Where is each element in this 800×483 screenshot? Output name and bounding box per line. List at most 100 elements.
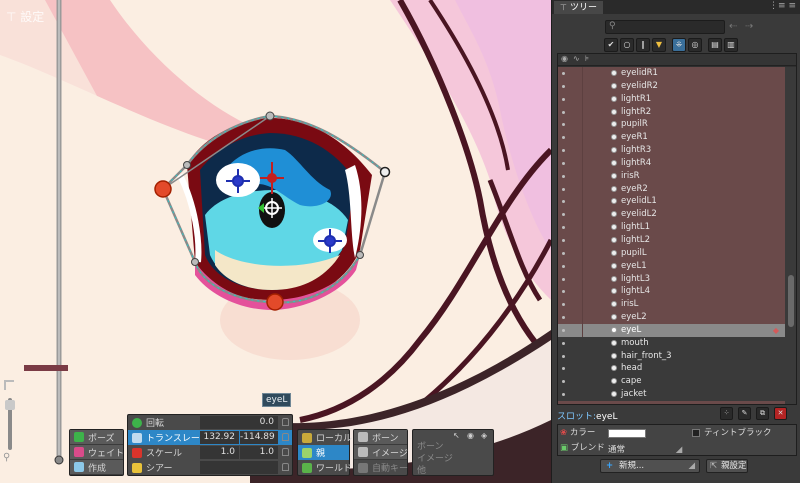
fit-corner-icon[interactable] <box>4 380 14 390</box>
tree-item[interactable]: lightR4 <box>558 156 785 170</box>
slot-bones-icon[interactable]: ⁘ <box>720 407 733 420</box>
rotate-lock-icon[interactable] <box>282 418 289 426</box>
slot-duplicate-icon[interactable]: ⧉ <box>756 407 769 420</box>
slot-color-swatch[interactable] <box>608 429 646 438</box>
tree-item-selected[interactable]: eyeL ◆ <box>558 323 785 337</box>
visibility-dot-icon[interactable] <box>562 380 565 384</box>
visibility-dot-icon[interactable] <box>562 328 565 332</box>
tree-item[interactable]: eyeR1 <box>558 131 785 144</box>
tint-black-checkbox[interactable] <box>692 429 700 437</box>
filter-skins-icon[interactable]: ◎ <box>688 38 702 52</box>
viewport-settings[interactable]: ⊤ 設定 <box>6 8 44 25</box>
tree-item[interactable]: eyeL1 <box>558 259 785 273</box>
visibility-dot-icon[interactable] <box>562 200 565 204</box>
tree-scrollbar[interactable] <box>785 67 796 404</box>
visibility-dot-icon[interactable] <box>562 187 565 191</box>
scale-tool[interactable]: スケール 1.0 1.0 <box>128 445 292 460</box>
tree-item[interactable]: irisL <box>558 298 785 311</box>
scale-x-value[interactable]: 1.0 <box>200 446 239 459</box>
pose-mode-button[interactable]: ポーズ <box>70 430 123 445</box>
axis-parent-button[interactable]: 親 <box>298 445 349 460</box>
zoom-magnifier-icon[interactable]: ⚲ <box>3 452 13 463</box>
expand-icon[interactable]: ▥ <box>724 38 738 52</box>
new-attachment-button[interactable]: + 新規... ◢ <box>600 459 700 473</box>
scale-lock-icon[interactable] <box>282 448 289 456</box>
visibility-dot-icon[interactable] <box>562 393 565 397</box>
visibility-dot-icon[interactable] <box>562 303 565 307</box>
tree-item[interactable]: eyelidL2 <box>558 208 785 221</box>
tree-search-input[interactable]: ⚲ <box>605 20 725 34</box>
translate-tool[interactable]: トランスレート 132.92 -114.89 <box>128 430 292 445</box>
filter-bones-icon[interactable]: ✔ <box>604 38 618 52</box>
visibility-dot-icon[interactable] <box>562 367 565 371</box>
compensate-bones-button[interactable]: ボーン <box>354 430 407 445</box>
tree-item[interactable]: eyelidR1 <box>558 67 785 80</box>
translate-y-value[interactable]: -114.89 <box>240 431 278 444</box>
zoom-slider-knob[interactable] <box>5 400 15 410</box>
visibility-dot-icon[interactable] <box>562 84 565 88</box>
collapse-icon[interactable]: ▤ <box>708 38 722 52</box>
visibility-column-icon[interactable]: ◉ <box>561 54 568 63</box>
search-prev-icon[interactable]: ⇠ <box>729 21 737 32</box>
visibility-dot-icon[interactable] <box>562 97 565 101</box>
tree-item[interactable]: cape <box>558 375 785 389</box>
tree-scrollbar-thumb[interactable] <box>788 275 794 327</box>
viewport[interactable]: ⊤ 設定 eyeL ⚲ ポーズ ウェイト 作成 回転 0.0 トランスレート 1… <box>0 0 551 483</box>
panel-menu-icon[interactable]: ⋮≡ ≡ <box>769 1 796 11</box>
shear-value[interactable] <box>200 461 278 474</box>
search-next-icon[interactable]: ⇢ <box>745 21 753 32</box>
visibility-dot-icon[interactable] <box>562 149 565 153</box>
auto-key-button[interactable]: 自動キー <box>354 460 408 475</box>
tree-item[interactable]: eyeR2 <box>558 182 785 196</box>
filter-slots-icon[interactable]: ○ <box>620 38 634 52</box>
visibility-dot-icon[interactable] <box>562 72 565 75</box>
visibility-dot-icon[interactable] <box>562 213 565 217</box>
tree-item[interactable]: jacket <box>558 388 785 401</box>
tree-item[interactable]: eyelidL1 <box>558 195 785 209</box>
rotate-tool[interactable]: 回転 0.0 <box>128 415 292 430</box>
tree-item[interactable]: pupilR <box>558 118 785 132</box>
zoom-slider[interactable] <box>4 380 16 460</box>
visibility-dot-icon[interactable] <box>562 238 565 242</box>
visibility-dot-icon[interactable] <box>562 174 565 178</box>
tree-item[interactable]: lightR1 <box>558 92 785 106</box>
key-column-icon[interactable]: ∿ <box>573 54 580 63</box>
visibility-dot-icon[interactable] <box>562 123 565 127</box>
slot-delete-icon[interactable]: ✕ <box>774 407 787 420</box>
tree-item[interactable]: lightL1 <box>558 221 785 234</box>
tree-item[interactable]: eyeL2 <box>558 311 785 324</box>
tree-item[interactable]: lightL2 <box>558 233 785 247</box>
visibility-dot-icon[interactable] <box>562 290 565 294</box>
tree-item[interactable]: lightL4 <box>558 285 785 299</box>
set-parent-button[interactable]: ⇱ 親設定 <box>706 459 748 473</box>
shear-tool[interactable]: シアー <box>128 460 292 475</box>
visibility-dot-icon[interactable] <box>562 161 565 165</box>
tree-tab[interactable]: ⊤ ツリー <box>554 1 603 14</box>
filter-attachments-icon[interactable]: ∥ <box>636 38 650 52</box>
tree-item[interactable]: eyelidR2 <box>558 79 785 93</box>
tree-item[interactable]: lightR3 <box>558 144 785 157</box>
tree-item[interactable]: hair_front_3 <box>558 349 785 363</box>
scale-y-value[interactable]: 1.0 <box>240 446 278 459</box>
tree-item[interactable]: head <box>558 362 785 376</box>
visibility-dot-icon[interactable] <box>562 251 565 255</box>
create-mode-button[interactable]: 作成 <box>70 460 123 475</box>
visibility-dot-icon[interactable] <box>562 264 565 268</box>
translate-x-value[interactable]: 132.92 <box>200 431 239 444</box>
visibility-dot-icon[interactable] <box>562 354 565 358</box>
slot-rename-icon[interactable]: ✎ <box>738 407 751 420</box>
axis-world-button[interactable]: ワールド <box>298 460 352 475</box>
filter-constraints-icon[interactable]: ▼ <box>652 38 666 52</box>
tree-item[interactable]: pupilL <box>558 246 785 260</box>
tree-item[interactable]: lightR2 <box>558 105 785 119</box>
visibility-dot-icon[interactable] <box>562 136 565 140</box>
filter-selection-icon[interactable]: ⁜ <box>672 38 686 52</box>
visibility-dot-icon[interactable] <box>562 277 565 281</box>
axis-local-button[interactable]: ローカル <box>298 430 352 445</box>
blend-mode-select[interactable]: 通常 ◢ <box>608 443 682 455</box>
visibility-dot-icon[interactable] <box>562 226 565 230</box>
compensate-images-button[interactable]: イメージ <box>354 445 408 460</box>
visibility-dot-icon[interactable] <box>562 316 565 320</box>
translate-lock-icon[interactable] <box>282 433 289 441</box>
tree-column-icon[interactable]: ⊧ <box>585 54 589 63</box>
